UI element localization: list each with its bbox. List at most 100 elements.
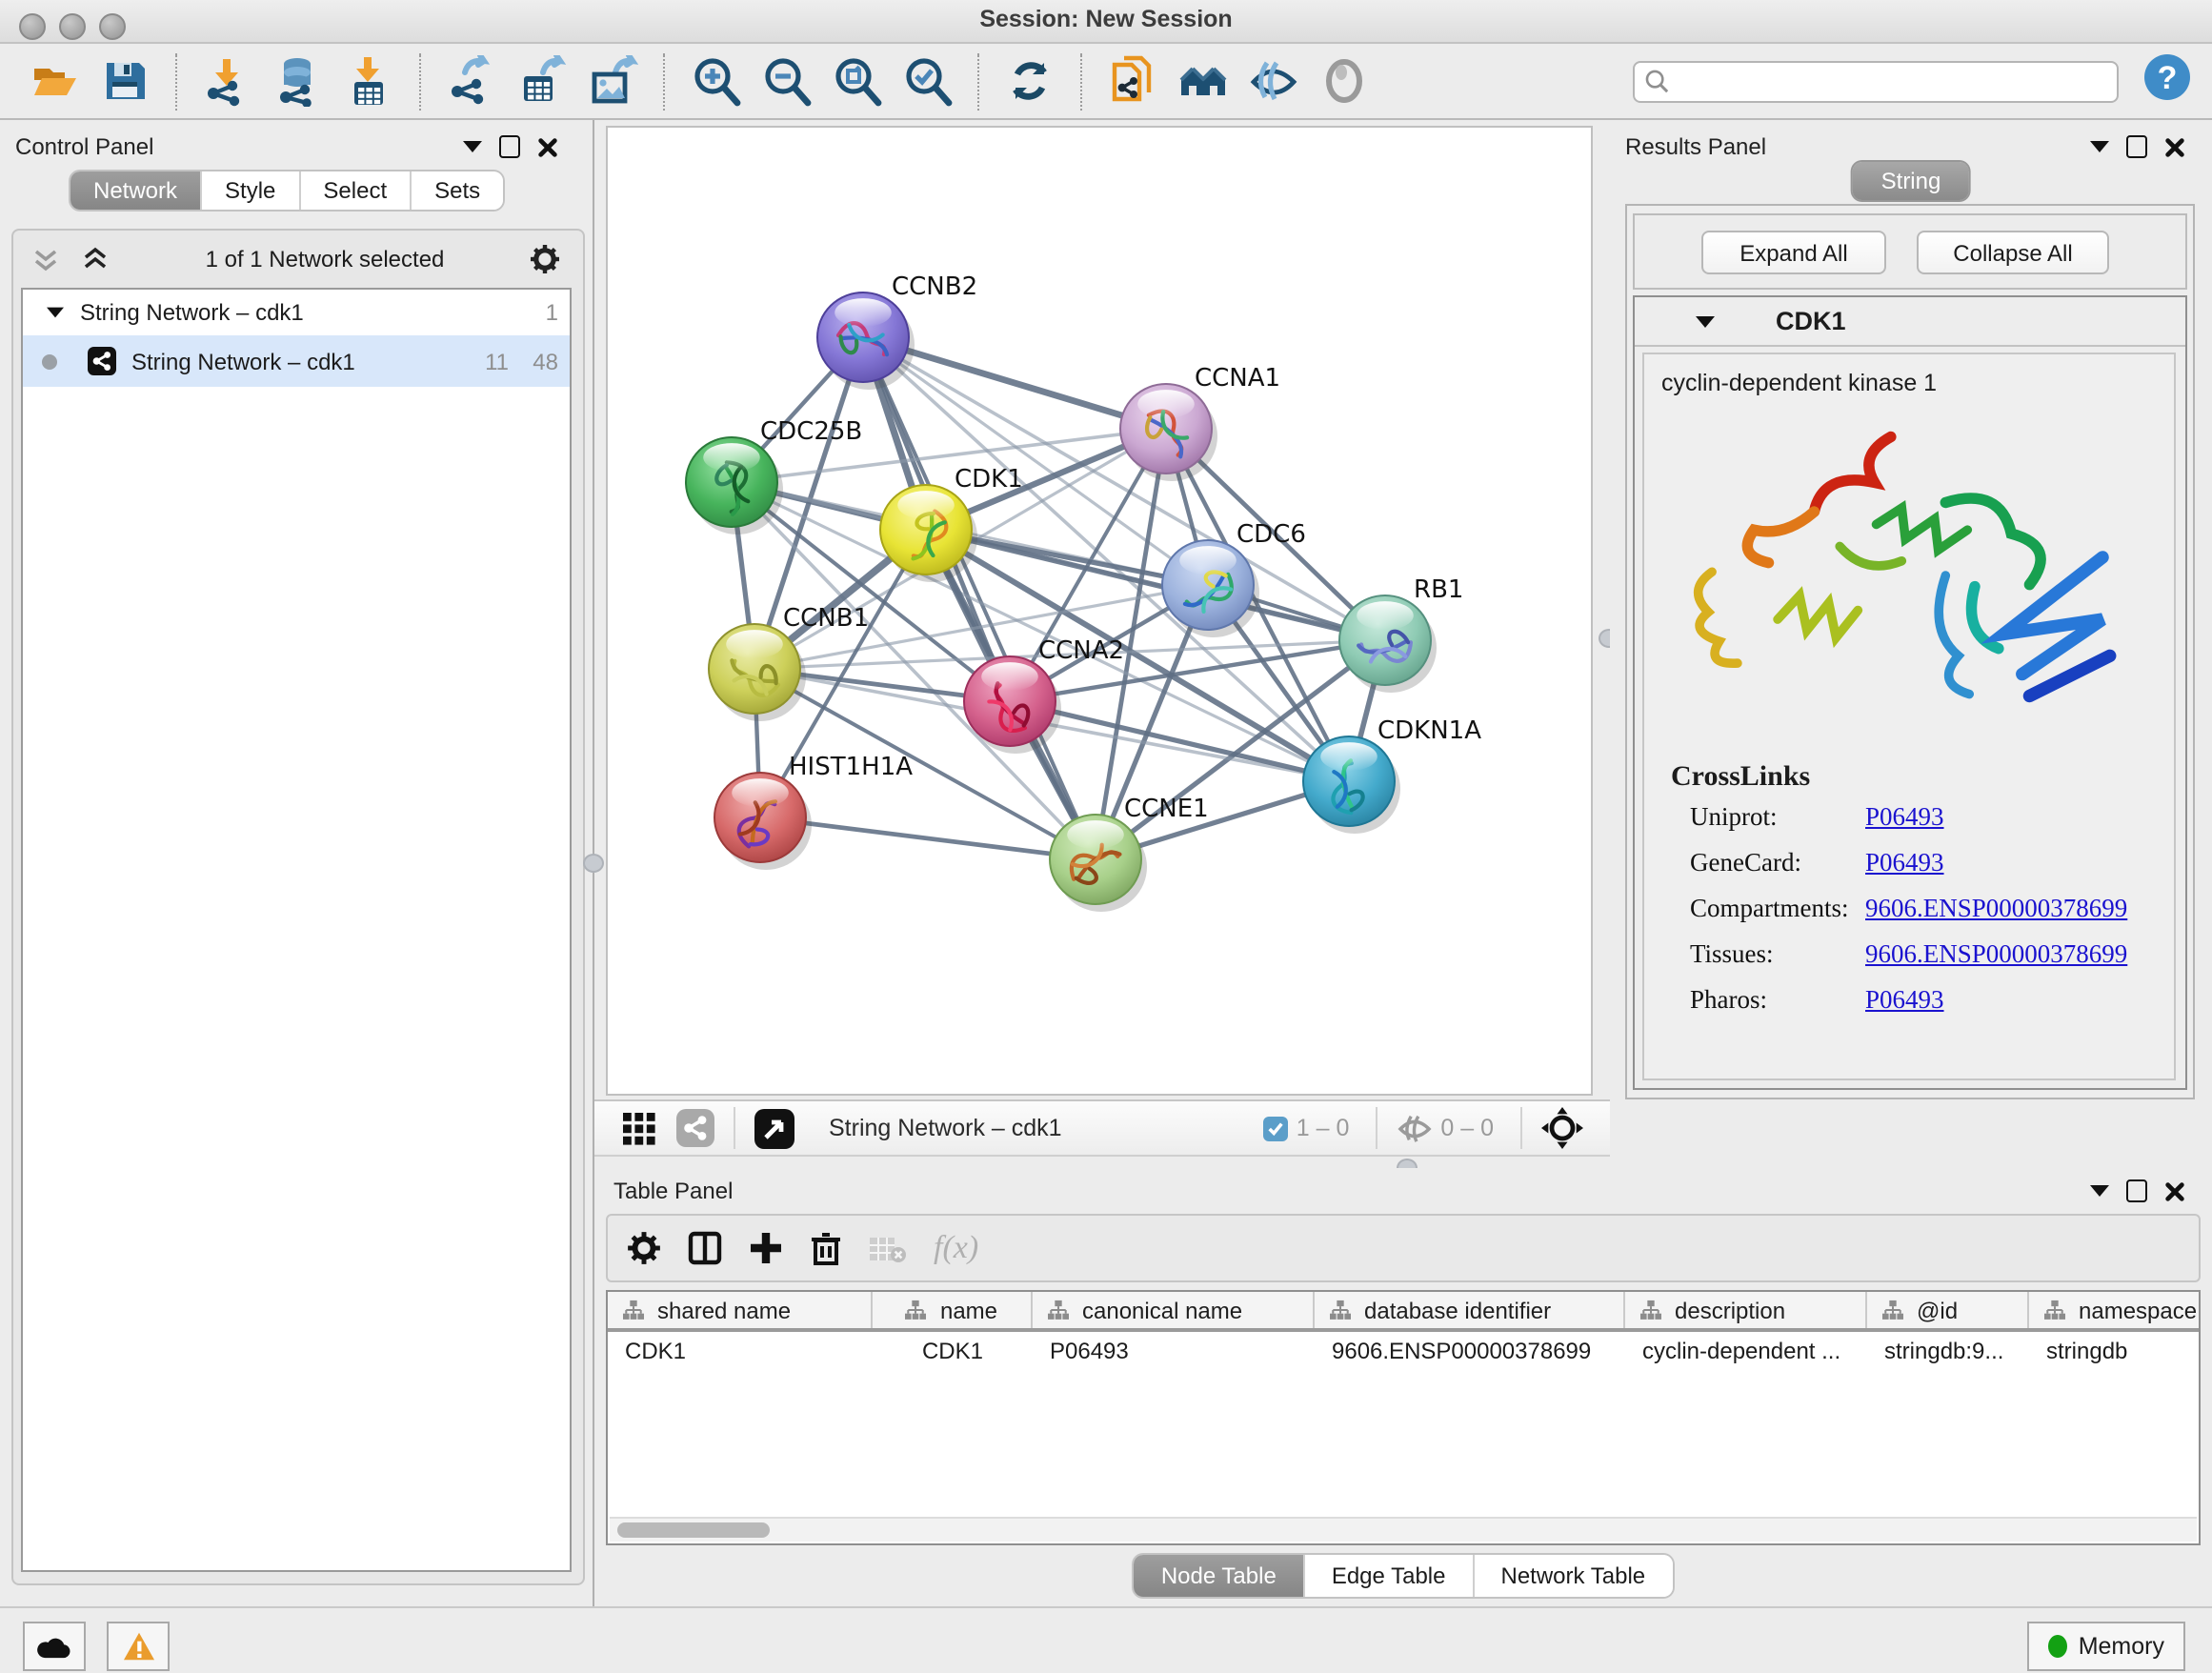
warning-status-button[interactable]	[107, 1622, 170, 1671]
left-splitter-handle[interactable]	[583, 854, 604, 873]
network-node[interactable]: CCNB1	[709, 604, 869, 721]
crosslink-pharos-link[interactable]: P06493	[1865, 985, 1944, 1016]
crosslink-label: GeneCard:	[1690, 848, 1865, 878]
crosslink-genecard-link[interactable]: P06493	[1865, 848, 1944, 878]
hide-panel-eye-icon[interactable]	[1248, 55, 1299, 107]
cdk1-section-header[interactable]: CDK1	[1635, 297, 2185, 347]
open-session-icon[interactable]	[29, 55, 80, 107]
tab-node-table[interactable]: Node Table	[1135, 1555, 1305, 1597]
tab-network[interactable]: Network	[70, 171, 202, 210]
section-collapse-icon[interactable]	[1696, 315, 1715, 327]
network-node[interactable]: RB1	[1339, 575, 1463, 693]
network-collection-row[interactable]: String Network – cdk1 1	[23, 290, 570, 335]
export-image-icon[interactable]	[587, 55, 638, 107]
string-network-icon	[88, 347, 116, 375]
column-header[interactable]: canonical name	[1033, 1292, 1315, 1328]
memory-button[interactable]: Memory	[2027, 1622, 2185, 1671]
column-header[interactable]: name	[873, 1292, 1033, 1328]
panel-menu-icon[interactable]	[2090, 141, 2109, 152]
search-input[interactable]	[1633, 60, 2119, 102]
column-header[interactable]: namespace	[2029, 1292, 2201, 1328]
crosslink-compartments-link[interactable]: 9606.ENSP00000378699	[1865, 894, 2127, 924]
network-node[interactable]: HIST1H1A	[714, 753, 913, 870]
column-type-icon	[1640, 1300, 1661, 1320]
crosshair-move-icon[interactable]	[1541, 1107, 1583, 1149]
tab-sets[interactable]: Sets	[412, 171, 503, 210]
selected-checkbox-icon[interactable]	[1264, 1116, 1289, 1140]
network-canvas[interactable]: CCNB2CCNA1CDC25BCDK1CDC6RB1CCNB1CCNA2CDK…	[606, 126, 1593, 1096]
refresh-icon[interactable]	[1004, 55, 1056, 107]
network-node[interactable]: CDKN1A	[1303, 716, 1481, 834]
birdseye-view-icon[interactable]	[754, 1108, 794, 1148]
string-share-icon[interactable]	[676, 1109, 714, 1147]
control-panel-title: Control Panel	[15, 133, 153, 160]
table-panel: Table Panel f(x)	[594, 1168, 2212, 1606]
toolbar-separator	[175, 52, 177, 110]
import-network-database-icon[interactable]	[272, 55, 324, 107]
scrollbar-thumb[interactable]	[617, 1522, 770, 1538]
network-node[interactable]: CCNB2	[817, 272, 977, 390]
gene-name: CDK1	[1776, 307, 1846, 335]
column-header[interactable]: shared name	[608, 1292, 873, 1328]
column-header[interactable]: description	[1625, 1292, 1867, 1328]
zoom-fit-icon[interactable]	[831, 55, 882, 107]
cdk1-details: cyclin-dependent kinase 1	[1642, 353, 2176, 1080]
tab-network-table[interactable]: Network Table	[1475, 1555, 1673, 1597]
collection-expand-icon[interactable]	[47, 308, 64, 318]
close-panel-icon[interactable]	[537, 136, 558, 157]
node-table[interactable]: shared name name canonical name database…	[606, 1290, 2201, 1545]
expand-all-button[interactable]: Expand All	[1701, 231, 1886, 274]
panel-menu-icon[interactable]	[2090, 1185, 2109, 1197]
crosslink-label: Compartments:	[1690, 894, 1865, 924]
network-row[interactable]: String Network – cdk1 11 48	[23, 335, 570, 387]
close-panel-icon[interactable]	[2164, 136, 2185, 157]
cloud-status-button[interactable]	[23, 1622, 86, 1671]
float-panel-icon[interactable]	[2126, 1179, 2147, 1202]
close-panel-icon[interactable]	[2164, 1180, 2185, 1201]
network-node[interactable]: CCNA1	[1120, 364, 1280, 481]
tab-select[interactable]: Select	[300, 171, 412, 210]
zoom-selected-icon[interactable]	[901, 55, 953, 107]
crosslink-tissues-link[interactable]: 9606.ENSP00000378699	[1865, 939, 2127, 970]
collection-count: 1	[546, 299, 558, 326]
collapse-all-icon[interactable]	[32, 246, 59, 272]
import-table-icon[interactable]	[343, 55, 394, 107]
crosslink-uniprot-link[interactable]: P06493	[1865, 802, 1944, 833]
collapse-all-button[interactable]: Collapse All	[1917, 231, 2109, 274]
tab-edge-table[interactable]: Edge Table	[1305, 1555, 1475, 1597]
zoom-in-icon[interactable]	[690, 55, 741, 107]
hidden-eye-icon[interactable]	[1397, 1112, 1433, 1144]
tab-string[interactable]: String	[1853, 162, 1970, 200]
column-type-icon	[1882, 1300, 1903, 1320]
toolbar-separator	[419, 52, 421, 110]
expand-all-icon[interactable]	[82, 246, 109, 272]
table-row[interactable]: CDK1 CDK1 P06493 9606.ENSP00000378699 cy…	[608, 1332, 2199, 1372]
float-panel-icon[interactable]	[2126, 135, 2147, 158]
network-node[interactable]: CDC6	[1162, 520, 1306, 637]
export-table-icon[interactable]	[516, 55, 568, 107]
current-network-dot	[42, 353, 57, 369]
zoom-out-icon[interactable]	[760, 55, 812, 107]
horizontal-scrollbar[interactable]	[610, 1517, 2197, 1542]
tab-style[interactable]: Style	[202, 171, 300, 210]
delete-column-icon[interactable]	[810, 1231, 842, 1265]
float-panel-icon[interactable]	[499, 135, 520, 158]
help-icon[interactable]: ?	[2142, 50, 2193, 102]
grid-view-icon[interactable]	[621, 1110, 657, 1146]
column-header[interactable]: database identifier	[1315, 1292, 1625, 1328]
table-options-gear-icon[interactable]	[627, 1231, 661, 1265]
hidden-node-edge-counts: 0 – 0	[1440, 1115, 1494, 1141]
panel-menu-icon[interactable]	[463, 141, 482, 152]
export-network-icon[interactable]	[446, 55, 497, 107]
import-network-file-icon[interactable]	[202, 55, 253, 107]
search-icon	[1644, 69, 1669, 93]
gear-icon[interactable]	[530, 244, 560, 274]
column-header[interactable]: @id	[1867, 1292, 2029, 1328]
add-column-icon[interactable]	[749, 1231, 783, 1265]
show-columns-icon[interactable]	[688, 1231, 722, 1265]
save-session-icon[interactable]	[99, 55, 151, 107]
homes-icon[interactable]	[1177, 55, 1229, 107]
main-toolbar: ?	[0, 44, 2212, 120]
column-type-icon	[2044, 1300, 2065, 1320]
share-document-icon[interactable]	[1107, 55, 1158, 107]
